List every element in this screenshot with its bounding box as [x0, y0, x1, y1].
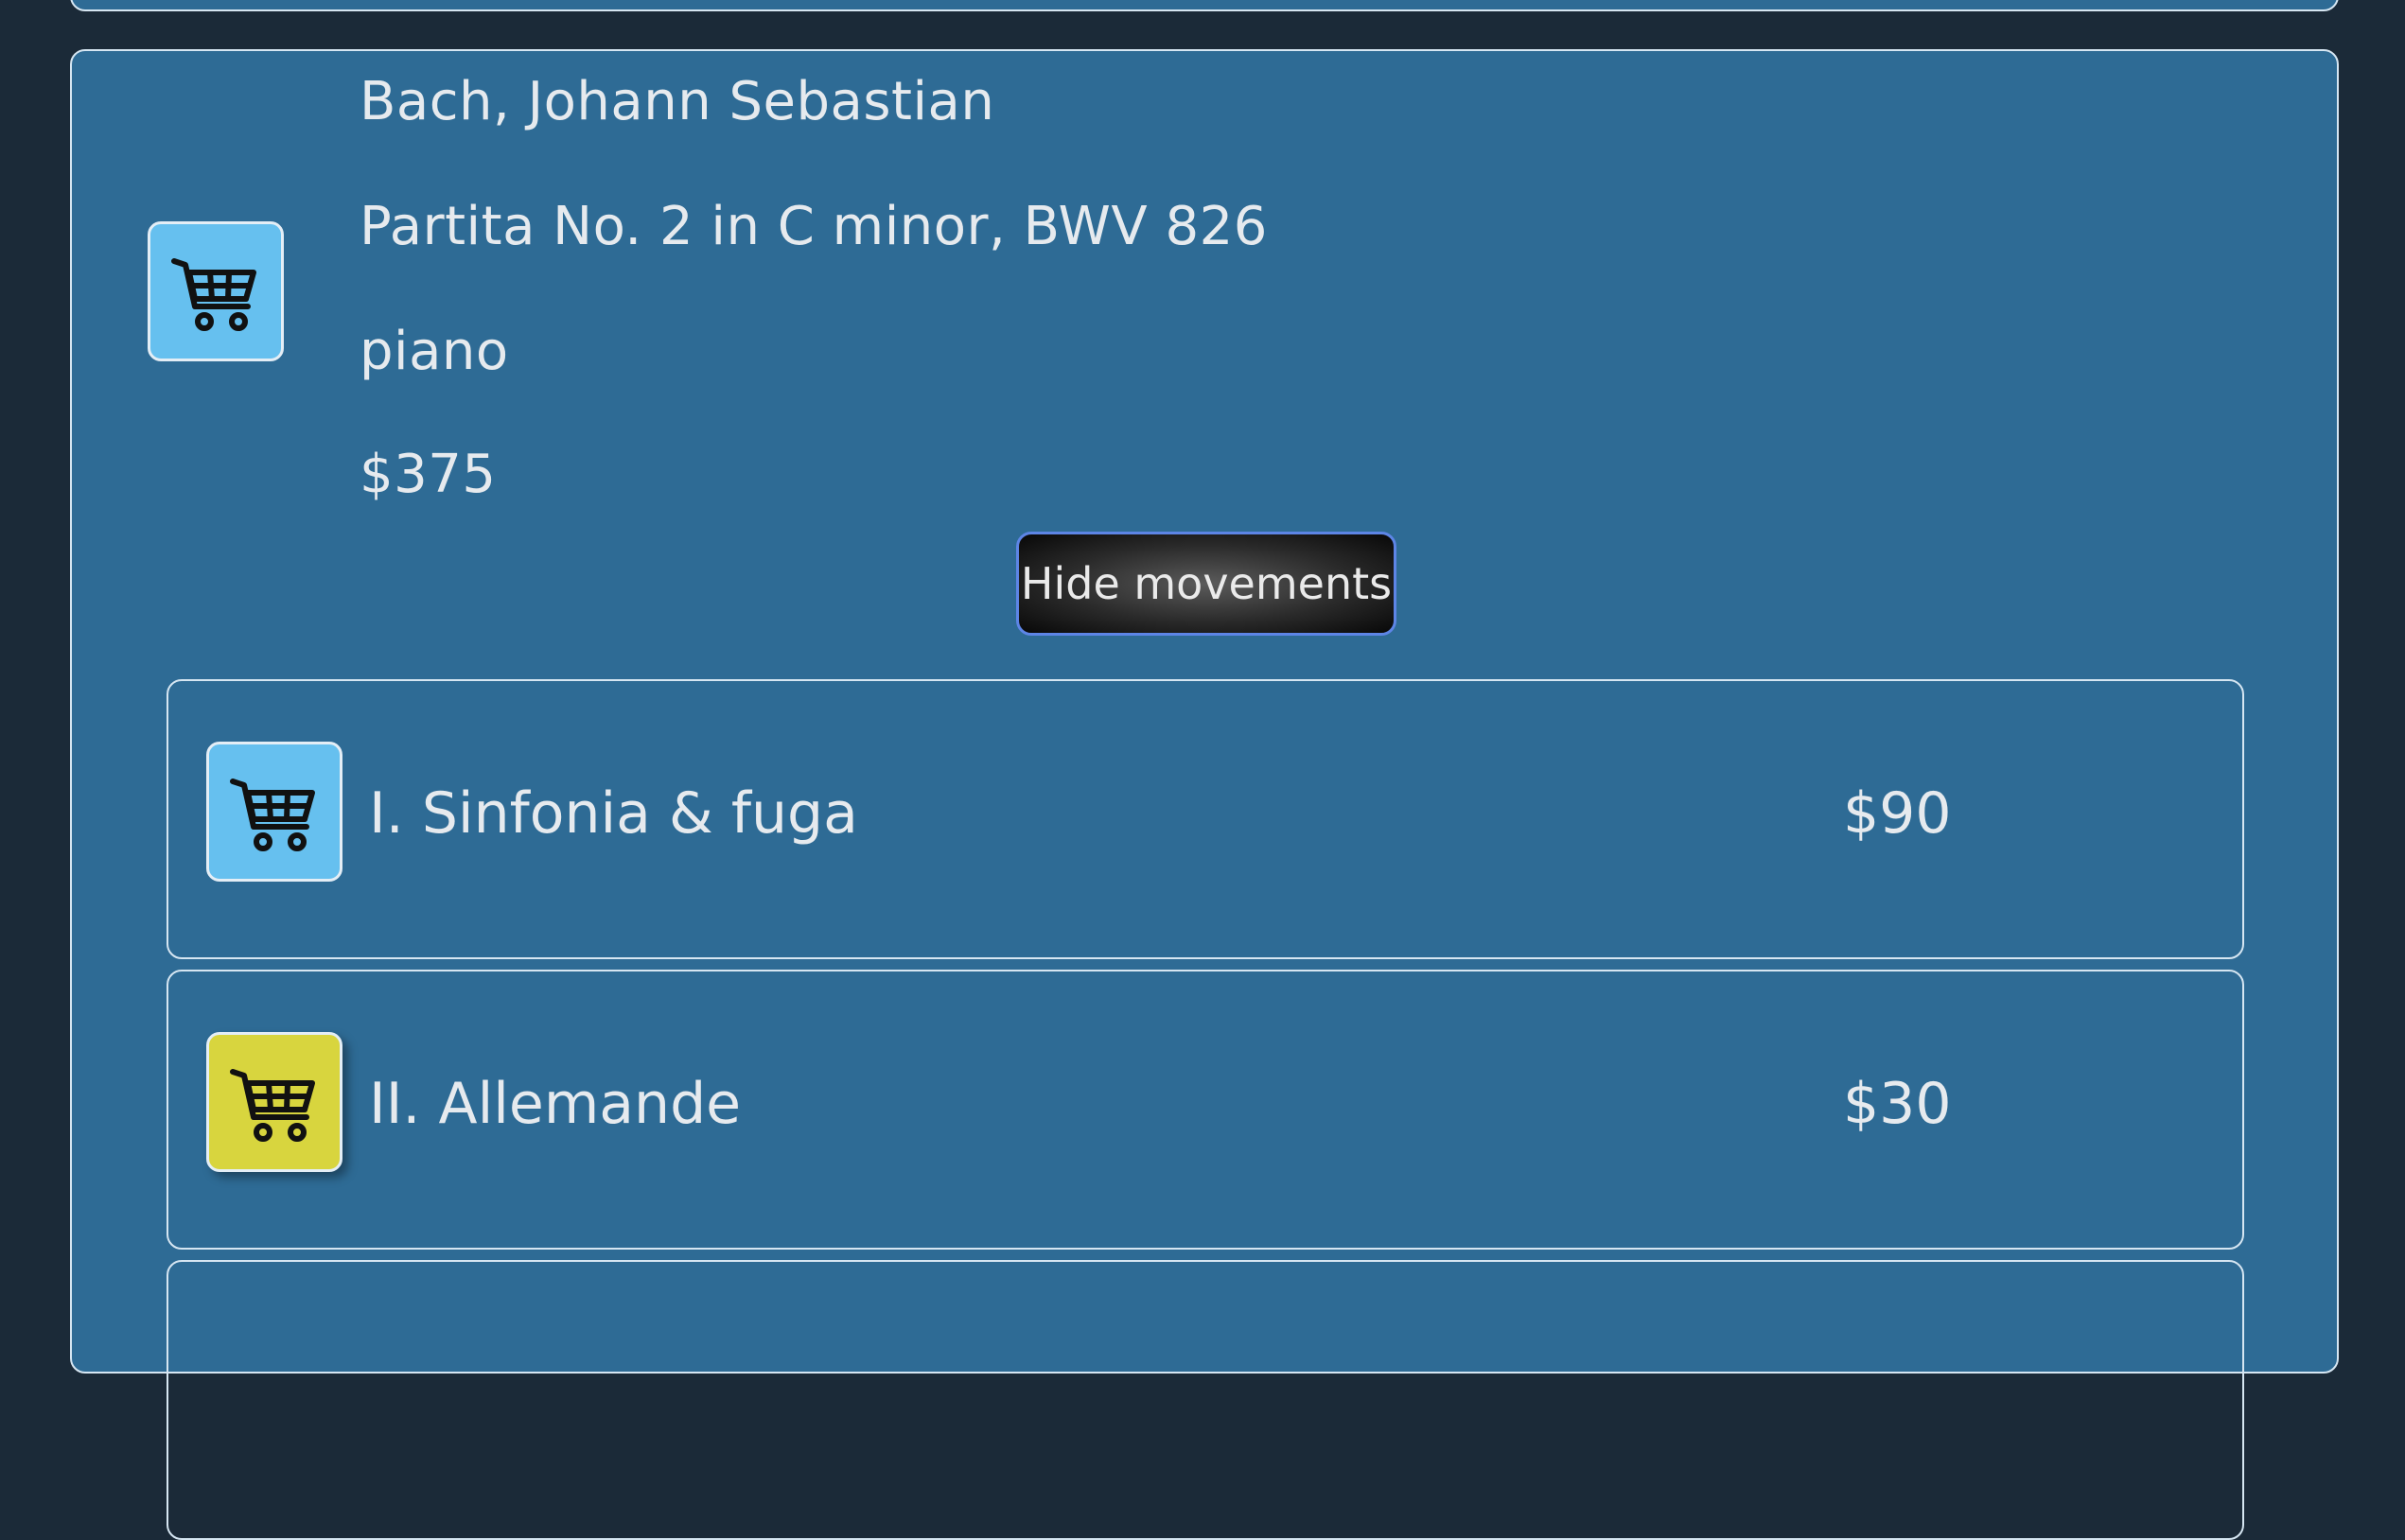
movement-row: I. Sinfonia & fuga $90	[167, 679, 2244, 959]
shopping-cart-icon	[230, 779, 315, 851]
movement-row	[167, 1260, 2244, 1540]
shopping-cart-icon	[230, 1069, 315, 1142]
movement-title: II. Allemande	[369, 1071, 742, 1137]
piece-card: Bach, Johann Sebastian Partita No. 2 in …	[70, 49, 2339, 1540]
movement-title: I. Sinfonia & fuga	[369, 780, 858, 847]
shopping-cart-icon	[171, 258, 256, 331]
work-title: Partita No. 2 in C minor, BWV 826	[360, 196, 1268, 257]
instrument-label: piano	[360, 321, 509, 382]
hide-movements-button[interactable]: Hide movements	[1016, 532, 1396, 636]
add-piece-to-cart-button[interactable]	[148, 221, 284, 361]
remove-movement-from-cart-button[interactable]	[206, 1032, 342, 1172]
previous-piece-card	[70, 0, 2339, 11]
composer-name: Bach, Johann Sebastian	[360, 71, 995, 132]
movement-row: II. Allemande $30	[167, 970, 2244, 1250]
movement-price: $90	[1843, 780, 1952, 847]
movement-price: $30	[1843, 1071, 1952, 1137]
piece-price: $375	[360, 444, 497, 505]
add-movement-to-cart-button[interactable]	[206, 742, 342, 882]
